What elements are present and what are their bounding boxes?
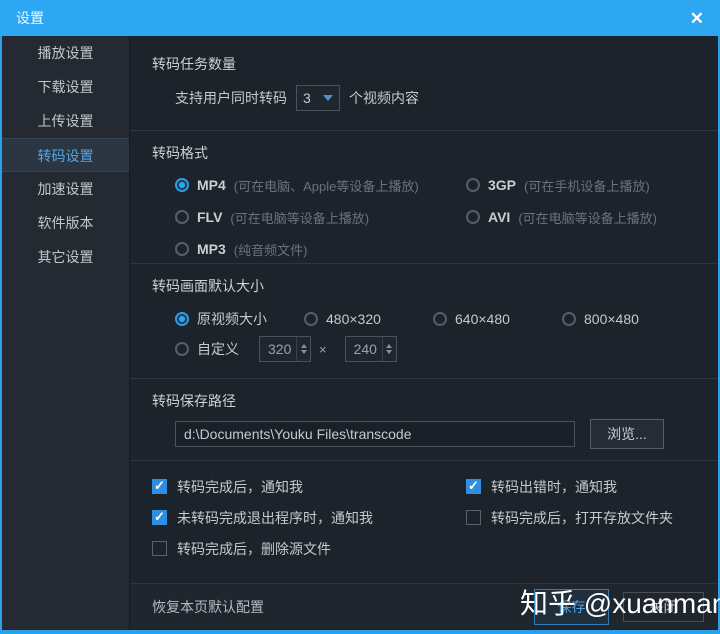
sidebar-item-playback[interactable]: 播放设置: [2, 36, 129, 70]
section-task-count: 转码任务数量 支持用户同时转码 3 个视频内容: [130, 36, 718, 130]
radio-icon[interactable]: [562, 312, 576, 326]
sidebar: 播放设置 下载设置 上传设置 转码设置 加速设置 软件版本 其它设置: [2, 36, 130, 630]
path-row: 浏览...: [175, 419, 704, 449]
window-title: 设置: [16, 8, 44, 28]
format-title: 转码格式: [152, 143, 704, 163]
checkbox-notify-complete[interactable]: 转码完成后，通知我: [152, 477, 466, 497]
checkbox-checked-icon[interactable]: [466, 479, 481, 494]
size-options-row: 原视频大小 480×320 640×480 800×480: [175, 304, 704, 334]
size-option-480x320[interactable]: 480×320: [304, 311, 433, 327]
checkbox-open-folder[interactable]: 转码完成后，打开存放文件夹: [466, 508, 704, 528]
close-icon[interactable]: ✕: [690, 10, 704, 27]
format-option-flv[interactable]: FLV (可在电脑等设备上播放): [175, 208, 466, 227]
save-button[interactable]: 保存: [534, 589, 609, 625]
sidebar-item-acceleration[interactable]: 加速设置: [2, 172, 129, 206]
format-option-avi[interactable]: AVI (可在电脑等设备上播放): [466, 208, 704, 227]
section-path: 转码保存路径 浏览...: [130, 378, 718, 460]
radio-icon[interactable]: [466, 210, 480, 224]
window-body: 播放设置 下载设置 上传设置 转码设置 加速设置 软件版本 其它设置 转码任务数…: [0, 36, 720, 630]
spinner-arrows-icon[interactable]: [296, 337, 310, 361]
task-count-dropdown[interactable]: 3: [296, 85, 340, 111]
radio-icon[interactable]: [175, 210, 189, 224]
footer-bar: 恢复本页默认配置 保存 关闭: [130, 583, 718, 630]
radio-icon[interactable]: [466, 178, 480, 192]
format-options: MP4 (可在电脑、Apple等设备上播放) 3GP (可在手机设备上播放) F…: [175, 169, 704, 265]
task-count-title: 转码任务数量: [152, 54, 704, 74]
title-bar: 设置 ✕: [0, 0, 720, 36]
checkbox-checked-icon[interactable]: [152, 479, 167, 494]
settings-window: 设置 ✕ 播放设置 下载设置 上传设置 转码设置 加速设置 软件版本 其它设置 …: [0, 0, 720, 634]
format-option-mp3[interactable]: MP3 (纯音频文件): [175, 240, 466, 259]
radio-icon[interactable]: [175, 242, 189, 256]
checkbox-icon[interactable]: [466, 510, 481, 525]
task-count-suffix: 个视频内容: [349, 88, 419, 108]
checkbox-icon[interactable]: [152, 541, 167, 556]
path-input[interactable]: [175, 421, 575, 447]
size-option-640x480[interactable]: 640×480: [433, 311, 562, 327]
spinner-arrows-icon[interactable]: [382, 337, 396, 361]
task-count-row: 支持用户同时转码 3 个视频内容: [175, 84, 704, 112]
path-title: 转码保存路径: [152, 391, 704, 411]
chevron-down-icon: [323, 95, 333, 101]
section-size: 转码画面默认大小 原视频大小 480×320 640×480: [130, 263, 718, 378]
sidebar-item-download[interactable]: 下载设置: [2, 70, 129, 104]
checkbox-notify-error[interactable]: 转码出错时，通知我: [466, 477, 704, 497]
radio-icon[interactable]: [433, 312, 447, 326]
checkbox-notify-exit[interactable]: 未转码完成退出程序时，通知我: [152, 508, 466, 528]
format-option-mp4[interactable]: MP4 (可在电脑、Apple等设备上播放): [175, 176, 466, 195]
task-count-prefix: 支持用户同时转码: [175, 88, 287, 108]
times-separator: ×: [319, 342, 327, 357]
custom-height-value: 240: [346, 337, 382, 361]
radio-icon[interactable]: [175, 342, 189, 356]
sidebar-item-upload[interactable]: 上传设置: [2, 104, 129, 138]
restore-defaults-link[interactable]: 恢复本页默认配置: [152, 597, 264, 617]
sidebar-item-other[interactable]: 其它设置: [2, 240, 129, 274]
checkbox-checked-icon[interactable]: [152, 510, 167, 525]
size-title: 转码画面默认大小: [152, 276, 704, 296]
section-notify: 转码完成后，通知我 转码出错时，通知我 未转码完成退出程序时，通知我 转码完成后…: [130, 460, 718, 583]
sidebar-item-transcode[interactable]: 转码设置: [2, 138, 129, 172]
custom-width-stepper[interactable]: 320: [259, 336, 311, 362]
window-bottom-border: [0, 630, 720, 634]
task-count-value: 3: [303, 90, 311, 106]
size-option-custom[interactable]: 自定义: [175, 339, 239, 359]
notify-options: 转码完成后，通知我 转码出错时，通知我 未转码完成退出程序时，通知我 转码完成后…: [152, 471, 704, 564]
sidebar-item-version[interactable]: 软件版本: [2, 206, 129, 240]
radio-checked-icon[interactable]: [175, 178, 189, 192]
radio-checked-icon[interactable]: [175, 312, 189, 326]
main-panel: 转码任务数量 支持用户同时转码 3 个视频内容 转码格式 MP4: [130, 36, 718, 630]
size-option-original[interactable]: 原视频大小: [175, 309, 304, 329]
checkbox-delete-source[interactable]: 转码完成后，删除源文件: [152, 539, 466, 559]
close-button[interactable]: 关闭: [623, 592, 704, 622]
size-custom-row: 自定义 320 × 240: [175, 334, 704, 364]
browse-button[interactable]: 浏览...: [590, 419, 664, 449]
custom-height-stepper[interactable]: 240: [345, 336, 397, 362]
section-format: 转码格式 MP4 (可在电脑、Apple等设备上播放) 3GP (可在手机设备上…: [130, 130, 718, 263]
format-option-3gp[interactable]: 3GP (可在手机设备上播放): [466, 176, 704, 195]
custom-width-value: 320: [260, 337, 296, 361]
radio-icon[interactable]: [304, 312, 318, 326]
size-option-800x480[interactable]: 800×480: [562, 311, 639, 327]
